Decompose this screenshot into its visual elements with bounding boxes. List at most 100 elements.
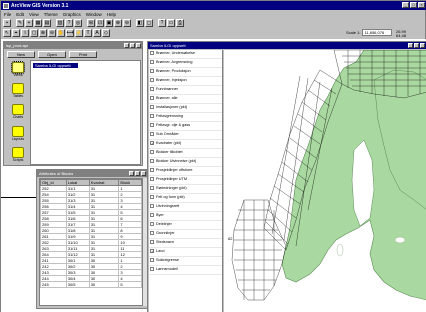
theme-entry[interactable]: Brønner, Avgrensning [149,59,222,68]
theme-visibility-checkbox[interactable] [150,78,154,82]
scale-input[interactable]: 11,656,076 [362,29,393,36]
table-row[interactable]: 245 30/5 30 5 [40,281,142,288]
theme-entry[interactable]: Byer [149,212,222,221]
minimize-button[interactable]: _ [402,2,409,8]
theme-entry[interactable]: Feltavgr. olje & gass [149,122,222,131]
scripts-doc-type[interactable]: Scripts [9,146,27,165]
locate-icon[interactable]: ◎ [74,19,82,27]
add-theme-icon[interactable]: + [25,19,33,27]
clear-selection-icon[interactable]: ◻ [145,19,153,27]
theme-visibility-checkbox[interactable] [150,186,154,190]
theme-visibility-checkbox[interactable] [150,69,154,73]
view-titlebar[interactable]: Samba ILGI oppsett [148,42,426,49]
theme-entry[interactable]: Brønner, Injeksjon [149,77,222,86]
menu-edit[interactable]: Edit [16,12,24,17]
theme-visibility-checkbox[interactable] [150,267,154,271]
charts-doc-type[interactable]: Charts [9,104,27,122]
attributes-minimize-button[interactable] [129,170,134,176]
find-icon[interactable]: ? [65,19,73,27]
pointer-tool-icon[interactable]: ↖ [3,29,11,37]
properties-icon[interactable]: ✎ [16,19,24,27]
save-project-icon[interactable]: ▪ [3,19,11,27]
zoom-selected-icon[interactable]: ▣ [105,19,113,27]
view-list-item[interactable]: Samba ILGI oppsett [33,63,78,68]
menu-view[interactable]: View [29,12,39,17]
theme-visibility-checkbox[interactable] [150,168,154,172]
close-button[interactable]: × [418,2,425,8]
views-doc-type[interactable]: Views [9,61,27,80]
theme-visibility-checkbox[interactable] [150,213,154,217]
measure-tool-icon[interactable]: ⟷ [66,29,74,37]
layout-icon[interactable]: ▭ [167,19,175,27]
zoom-out-icon[interactable]: ⊖ [123,19,131,27]
view-minimize-button[interactable] [408,42,413,48]
attributes-titlebar[interactable]: Attributes of Blocks [37,170,147,177]
theme-entry[interactable]: ✓ Land [149,248,222,257]
theme-visibility-checkbox[interactable] [150,240,154,244]
theme-visibility-checkbox[interactable] [150,105,154,109]
theme-visibility-checkbox[interactable] [150,231,154,235]
select-by-theme-icon[interactable]: ◧ [136,19,144,27]
theme-visibility-checkbox[interactable]: ✓ [150,141,154,146]
theme-visibility-checkbox[interactable] [150,132,154,136]
theme-entry[interactable]: Grunnlinjer [149,230,222,239]
zoom-full-icon[interactable]: ⊞ [87,19,95,27]
theme-entry[interactable]: Brønner, alle [149,95,222,104]
theme-visibility-checkbox[interactable] [150,195,154,199]
menu-window[interactable]: Window [86,12,102,17]
theme-visibility-checkbox[interactable]: ✓ [150,249,154,254]
print-button[interactable]: Print [69,51,97,58]
map-display[interactable]: 62 [224,50,426,312]
print-icon[interactable]: ⎙ [176,19,184,27]
theme-visibility-checkbox[interactable] [150,96,154,100]
theme-entry[interactable]: Felt og funn (pkt) [149,194,222,203]
text-tool-icon[interactable]: A [93,29,101,37]
theme-entry[interactable]: Stedsnavn [149,239,222,248]
open-table-icon[interactable]: ▥ [56,19,64,27]
theme-entry[interactable]: Prosjektlinjer offshore [149,167,222,176]
theme-entry[interactable]: Sub Områder [149,131,222,140]
theme-entry[interactable]: Rørledninger (pkt) [149,185,222,194]
draw-tool-icon[interactable]: ◇ [102,29,110,37]
zoom-in-icon[interactable]: ⊕ [114,19,122,27]
label-tool-icon[interactable]: T [84,29,92,37]
project-maximize-button[interactable] [130,42,135,48]
theme-visibility-checkbox[interactable] [150,150,154,154]
theme-visibility-checkbox[interactable] [150,114,154,118]
theme-visibility-checkbox[interactable] [150,123,154,127]
theme-visibility-checkbox[interactable] [150,159,154,163]
pan-tool-icon[interactable]: ✋ [57,29,65,37]
theme-visibility-checkbox[interactable] [150,51,154,55]
theme-entry[interactable]: Sokkelgrense [149,257,222,266]
menu-theme[interactable]: Theme [44,12,58,17]
open-button[interactable]: Open [38,51,66,58]
attributes-close-button[interactable] [141,170,146,176]
theme-entry[interactable]: Feltavgrensning [149,113,222,122]
legend-editor-icon[interactable]: ▤ [43,19,51,27]
theme-entry[interactable]: Funnbrønner [149,86,222,95]
theme-entry[interactable]: Brønner, Produksjon [149,68,222,77]
theme-visibility-checkbox[interactable] [150,177,154,181]
theme-entry[interactable]: Brønner, Undersøkelse [149,50,222,59]
vertex-edit-icon[interactable]: ⌖ [12,29,20,37]
project-close-button[interactable] [136,42,141,48]
attributes-maximize-button[interactable] [135,170,140,176]
view-close-button[interactable] [420,42,425,48]
zoom-in-tool-icon[interactable]: ⊕ [39,29,47,37]
theme-on-off-icon[interactable]: ▦ [34,19,42,27]
theme-visibility-checkbox[interactable] [150,87,154,91]
app-titlebar[interactable]: ArcView GIS Version 3.1 _ □ × [1,1,426,10]
theme-entry[interactable]: Blokker tilkoblet [149,149,222,158]
theme-entry[interactable]: Installasjoner (pkt) [149,104,222,113]
theme-visibility-checkbox[interactable] [150,204,154,208]
theme-entry[interactable]: Prosjektlinjer UTM [149,176,222,185]
maximize-button[interactable]: □ [410,2,417,8]
help-icon[interactable]: ? [158,19,166,27]
menu-file[interactable]: File [4,12,11,17]
theme-entry[interactable]: Delelinjer [149,221,222,230]
theme-visibility-checkbox[interactable] [150,222,154,226]
theme-entry[interactable]: Utvinningsrett [149,203,222,212]
tables-doc-type[interactable]: Tables [9,83,27,101]
menu-graphics[interactable]: Graphics [63,12,81,17]
menu-help[interactable]: Help [107,12,116,17]
